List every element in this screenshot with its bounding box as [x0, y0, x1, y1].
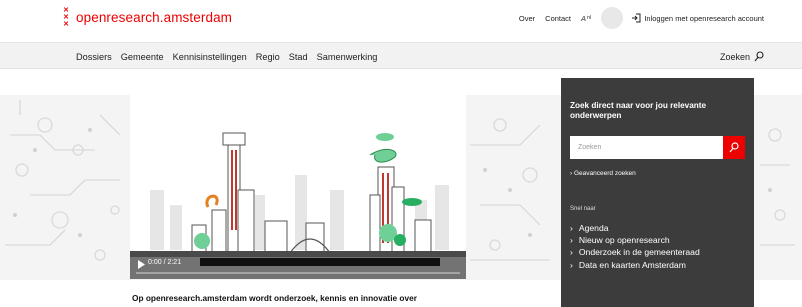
panel-search-input[interactable]: Zoeken	[570, 136, 723, 159]
city-illustration	[130, 95, 466, 279]
login-button[interactable]: Inloggen met openresearch account	[631, 13, 764, 23]
top-nav: Over Contact Anl Inloggen met openresear…	[519, 0, 802, 36]
video-controls: 0:00 / 2:21	[130, 257, 466, 279]
site-logo[interactable]: ✕ ✕ ✕ openresearch.amsterdam	[62, 5, 232, 29]
logo-text: openresearch.amsterdam	[76, 9, 233, 25]
advanced-search-link[interactable]: › Geavanceerd zoeken	[570, 170, 636, 177]
nav-item-samenwerking[interactable]: Samenwerking	[317, 52, 378, 62]
amsterdam-xxx-icon: ✕ ✕ ✕	[63, 6, 69, 28]
login-icon	[632, 13, 641, 23]
chevron-right-icon: ›	[570, 170, 573, 177]
over-link[interactable]: Over	[519, 14, 535, 23]
snel-naar-label: Snel naar	[570, 206, 596, 212]
nav-search-button[interactable]: Zoeken	[720, 43, 764, 70]
avatar[interactable]	[601, 7, 624, 29]
video-time: 0:00 / 2:21	[148, 259, 182, 266]
nav-item-regio[interactable]: Regio	[256, 52, 280, 62]
language-code: nl	[587, 15, 592, 21]
quick-search-panel: Zoek direct naar voor jou relevante onde…	[561, 78, 754, 307]
contact-link[interactable]: Contact	[545, 14, 571, 23]
video-player[interactable]: 0:00 / 2:21	[130, 95, 466, 279]
quick-link-agenda[interactable]: Agenda	[570, 222, 700, 234]
advanced-search-label: Geavanceerd zoeken	[573, 170, 636, 177]
language-switch[interactable]: Anl	[581, 14, 591, 23]
video-progress-bar[interactable]	[136, 272, 460, 274]
nav-item-dossiers[interactable]: Dossiers	[76, 52, 112, 62]
quick-links: Agenda Nieuw op openresearch Onderzoek i…	[570, 222, 700, 271]
main-nav: Dossiers Gemeente Kennisinstellingen Reg…	[0, 42, 802, 69]
search-icon	[729, 142, 739, 153]
quick-link-data-kaarten[interactable]: Data en kaarten Amsterdam	[570, 259, 700, 271]
quick-link-gemeenteraad[interactable]: Onderzoek in de gemeenteraad	[570, 246, 700, 258]
quick-link-nieuw[interactable]: Nieuw op openresearch	[570, 234, 700, 246]
nav-search-label: Zoeken	[719, 51, 750, 62]
nav-item-kennisinstellingen[interactable]: Kennisinstellingen	[173, 52, 247, 62]
play-icon[interactable]	[137, 260, 145, 269]
search-icon	[754, 51, 764, 62]
nav-item-stad[interactable]: Stad	[289, 52, 308, 62]
nav-item-gemeente[interactable]: Gemeente	[121, 52, 164, 62]
login-label: Inloggen met openresearch account	[644, 13, 764, 23]
top-bar: ✕ ✕ ✕ openresearch.amsterdam Over Contac…	[0, 0, 802, 36]
language-icon: A	[581, 13, 587, 23]
panel-heading: Zoek direct naar voor jou relevante onde…	[570, 101, 707, 120]
intro-text: Op openresearch.amsterdam wordt onderzoe…	[132, 293, 417, 303]
panel-search-button[interactable]	[723, 136, 745, 159]
